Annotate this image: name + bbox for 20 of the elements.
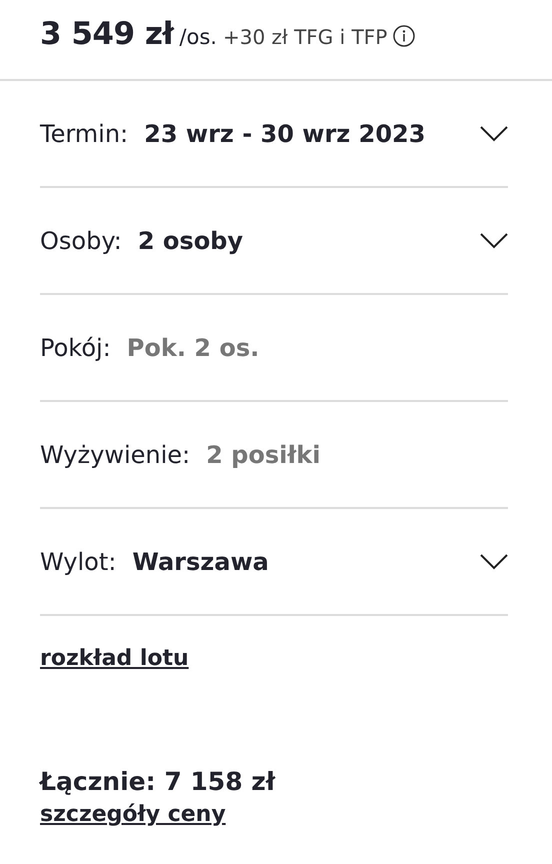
price-details-link[interactable]: szczegóły ceny bbox=[40, 802, 226, 827]
field-label: Termin: bbox=[40, 120, 128, 148]
chevron-down-icon[interactable] bbox=[480, 232, 508, 248]
field-label: Osoby: bbox=[40, 226, 122, 254]
field-label: Pokój: bbox=[40, 334, 111, 362]
price-extra: +30 zł TFG i TFP bbox=[222, 24, 388, 48]
dropdown-value[interactable]: 2 osoby bbox=[138, 226, 480, 254]
field-value: Pok. 2 os. bbox=[126, 334, 260, 362]
field-label: Wyżywienie: bbox=[40, 440, 190, 468]
info-icon[interactable] bbox=[393, 24, 416, 46]
chevron-down-icon[interactable] bbox=[480, 554, 508, 570]
price-amount: 3 549 zł bbox=[40, 16, 174, 52]
dropdown-value[interactable]: 23 wrz - 30 wrz 2023 bbox=[144, 120, 480, 148]
flight-schedule-link[interactable]: rozkład lotu bbox=[40, 646, 189, 671]
price-unit: /os. bbox=[179, 24, 217, 48]
chevron-down-icon[interactable] bbox=[480, 126, 508, 142]
field-label: Wylot: bbox=[40, 548, 116, 576]
total-price: Łącznie: 7 158 zł bbox=[40, 767, 276, 796]
field-value: 2 posiłki bbox=[206, 440, 322, 468]
dropdown-value[interactable]: Warszawa bbox=[132, 548, 480, 576]
